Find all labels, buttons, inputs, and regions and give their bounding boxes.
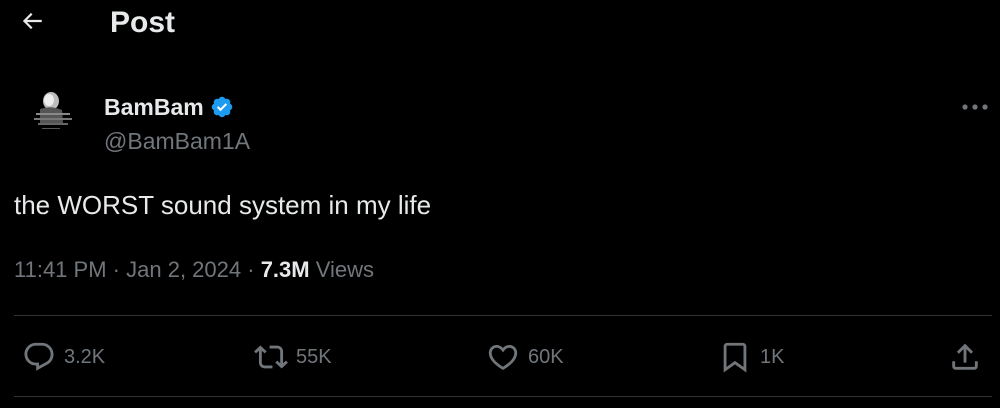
action-bar: 3.2K 55K 60K 1K [0,335,1000,379]
divider [14,396,992,397]
page-title: Post [110,6,176,39]
back-button[interactable] [14,5,50,41]
bookmark-icon [718,340,752,374]
reply-count: 3.2K [64,345,106,368]
like-button[interactable]: 60K [486,335,564,379]
meta-separator: · [112,257,127,282]
views-count: 7.3M [260,257,310,282]
more-options-button[interactable] [955,92,995,122]
author-handle[interactable]: @BamBam1A [104,128,250,155]
bookmark-button[interactable]: 1K [718,335,784,379]
divider [14,315,992,316]
share-icon [948,340,982,374]
avatar-image [18,83,88,153]
more-dots-icon [961,98,989,116]
like-count: 60K [528,345,564,368]
arrow-left-icon [19,8,45,39]
heart-icon [486,340,520,374]
repost-icon [254,340,288,374]
share-button[interactable] [948,335,982,379]
meta-separator: · [247,257,261,282]
views-label: Views [315,257,375,282]
bookmark-count: 1K [760,345,785,368]
tweet-date[interactable]: Jan 2, 2024 [126,257,241,282]
verified-badge-icon [210,95,234,119]
reply-icon [22,340,56,374]
author-name-row: BamBam [104,92,234,122]
tweet-time[interactable]: 11:41 PM [14,257,107,282]
tweet-meta: 11:41 PM · Jan 2, 2024 · 7.3M Views [14,256,374,284]
reply-button[interactable]: 3.2K [22,335,105,379]
repost-button[interactable]: 55K [254,335,332,379]
avatar[interactable] [18,83,88,153]
tweet-text: the WORST sound system in my life [14,190,432,220]
author-display-name[interactable]: BamBam [104,94,204,121]
page-header: Post [0,0,1000,50]
repost-count: 55K [296,345,332,368]
